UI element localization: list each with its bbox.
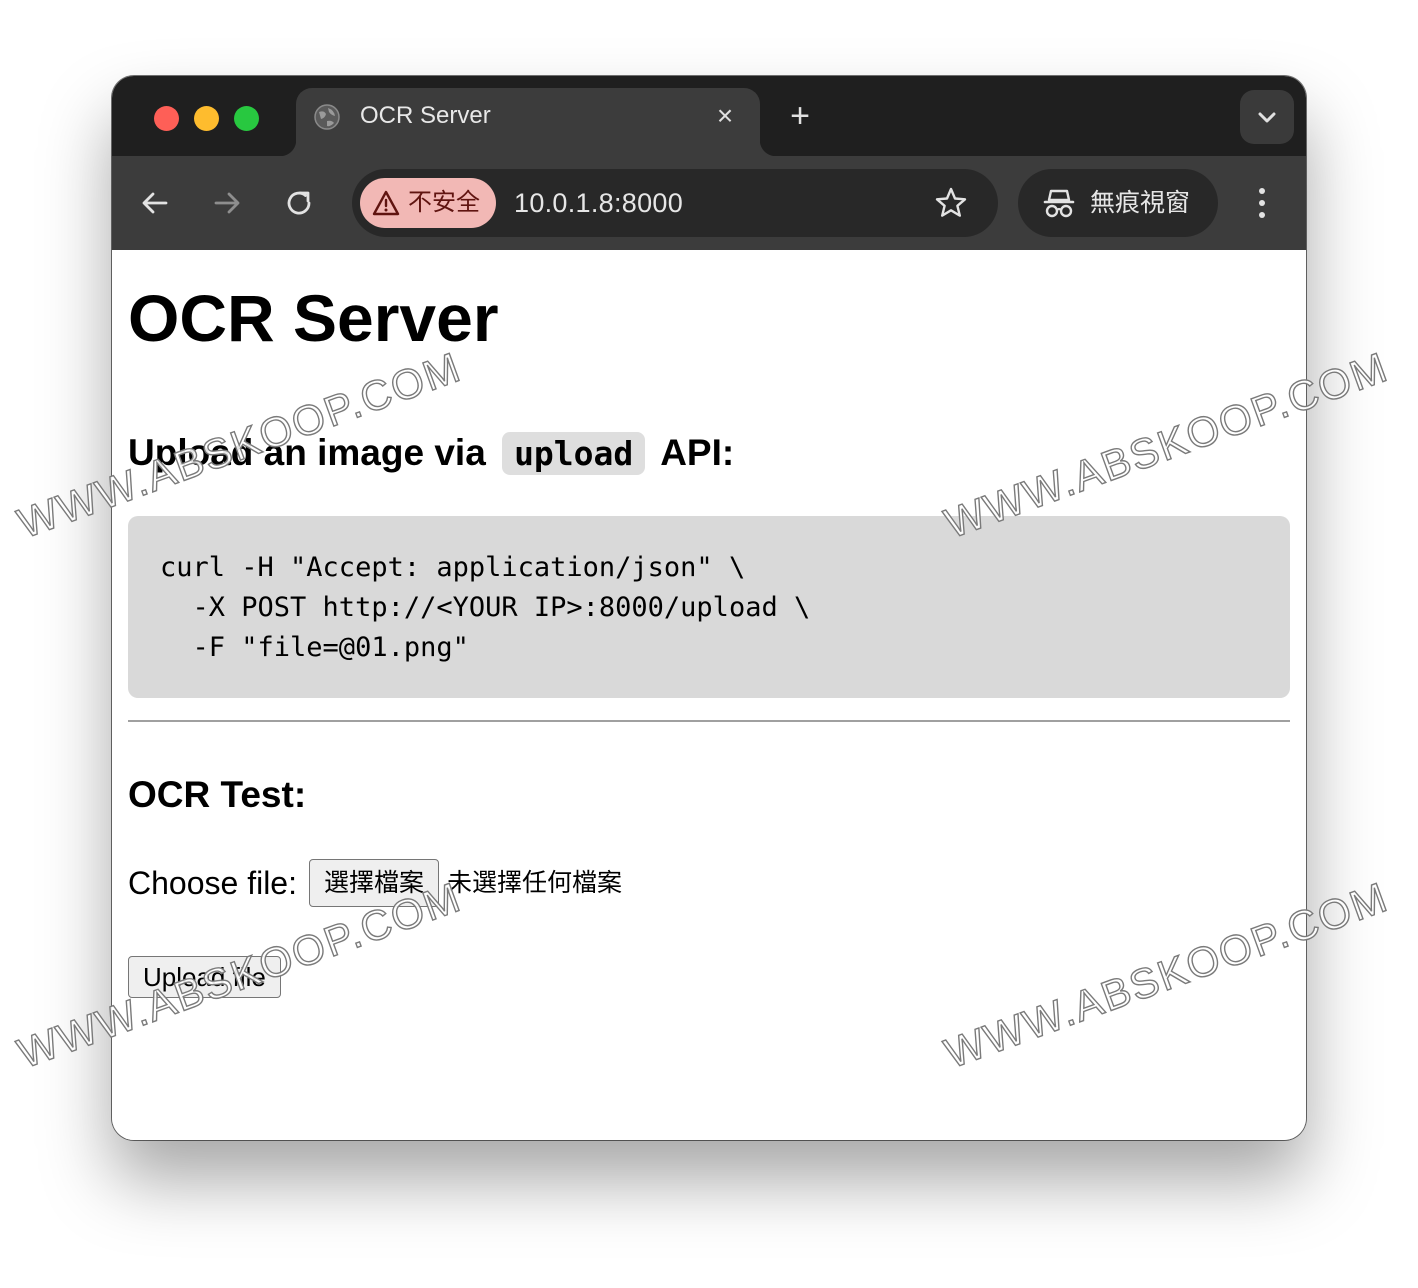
browser-toolbar: 不安全 10.0.1.8:8000 無痕視窗 <box>112 156 1306 250</box>
zoom-window-button[interactable] <box>234 106 259 131</box>
upload-heading-suffix: API: <box>660 432 735 473</box>
tab-strip: OCR Server × + <box>112 76 1306 156</box>
upload-inline-code: upload <box>502 432 646 475</box>
watermark: WWW.ABSKOOP.COM <box>938 0 1395 8</box>
upload-api-heading: Upload an image via upload API: <box>128 428 734 479</box>
curl-code-block: curl -H "Accept: application/json" \ -X … <box>128 516 1290 698</box>
chevron-down-icon <box>1258 112 1276 123</box>
incognito-label: 無痕視窗 <box>1090 189 1191 217</box>
file-status-text: 未選擇任何檔案 <box>447 869 623 897</box>
close-window-button[interactable] <box>154 106 179 131</box>
back-arrow-icon[interactable] <box>138 186 172 220</box>
new-tab-button[interactable]: + <box>784 99 816 133</box>
ocr-test-heading: OCR Test: <box>128 774 307 815</box>
browser-window: OCR Server × + 不安全 10.0.1.8:8000 無痕視窗 OC… <box>112 76 1306 1140</box>
file-input-row: Choose file: 選擇檔案 未選擇任何檔案 <box>128 858 622 908</box>
minimize-window-button[interactable] <box>194 106 219 131</box>
globe-icon <box>314 104 340 130</box>
choose-file-button[interactable]: 選擇檔案 <box>308 859 439 907</box>
upload-file-button[interactable]: Upload file <box>128 956 281 998</box>
section-divider <box>128 720 1290 722</box>
forward-arrow-icon[interactable] <box>210 186 244 220</box>
incognito-badge[interactable]: 無痕視窗 <box>1018 169 1218 237</box>
url-text[interactable]: 10.0.1.8:8000 <box>514 187 683 219</box>
incognito-icon <box>1043 189 1075 218</box>
tab-ocr-server[interactable]: OCR Server × <box>280 88 776 156</box>
warning-icon <box>372 190 400 216</box>
bookmark-star-icon[interactable] <box>934 186 968 220</box>
choose-file-label: Choose file: <box>128 865 297 901</box>
address-bar[interactable]: 不安全 10.0.1.8:8000 <box>352 169 998 237</box>
close-tab-icon[interactable]: × <box>710 101 740 131</box>
tab-title: OCR Server <box>360 102 491 129</box>
tab-search-button[interactable] <box>1240 90 1294 144</box>
page-content: OCR Server Upload an image via upload AP… <box>112 250 1306 1140</box>
watermark: WWW.ABSKOOP.COM <box>13 0 470 8</box>
security-chip[interactable]: 不安全 <box>360 178 496 228</box>
page-title: OCR Server <box>128 281 499 355</box>
more-menu-icon[interactable] <box>1248 184 1276 222</box>
upload-heading-prefix: Upload an image via <box>128 432 486 473</box>
reload-icon[interactable] <box>282 186 316 220</box>
security-chip-label: 不安全 <box>408 189 480 216</box>
